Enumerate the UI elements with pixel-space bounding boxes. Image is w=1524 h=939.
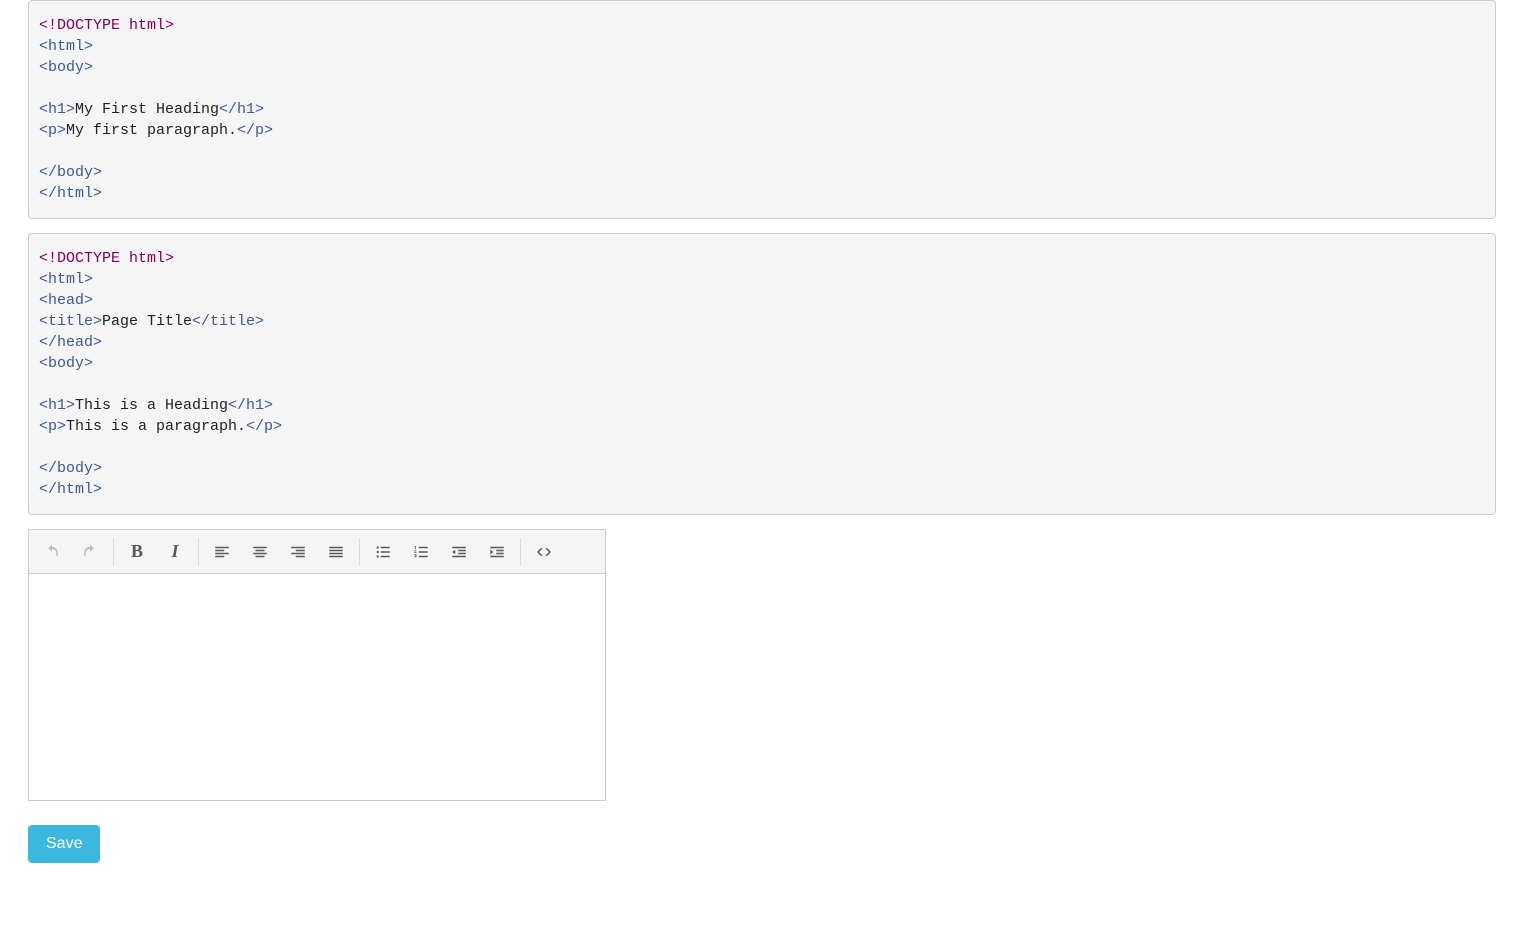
outdent-icon (450, 543, 468, 561)
indent-button[interactable] (478, 533, 516, 571)
align-center-button[interactable] (241, 533, 279, 571)
code-block-1: <!DOCTYPE html> <html> <body> <h1>My Fir… (28, 0, 1496, 219)
toolbar-separator (113, 538, 114, 566)
number-list-icon (412, 543, 430, 561)
undo-button[interactable] (33, 533, 71, 571)
justify-button[interactable] (317, 533, 355, 571)
bullet-list-icon (374, 543, 392, 561)
toolbar-separator (198, 538, 199, 566)
editor-toolbar: B I (29, 530, 605, 574)
align-left-icon (213, 543, 231, 561)
save-button[interactable]: Save (28, 825, 100, 863)
align-right-icon (289, 543, 307, 561)
code-block-2: <!DOCTYPE html> <html> <head> <title>Pag… (28, 233, 1496, 515)
toolbar-separator (520, 538, 521, 566)
bullet-list-button[interactable] (364, 533, 402, 571)
justify-icon (327, 543, 345, 561)
bold-icon: B (131, 541, 143, 562)
toolbar-separator (359, 538, 360, 566)
number-list-button[interactable] (402, 533, 440, 571)
editor-content-area[interactable] (29, 574, 605, 800)
source-code-button[interactable] (525, 533, 563, 571)
outdent-button[interactable] (440, 533, 478, 571)
italic-button[interactable]: I (156, 533, 194, 571)
align-left-button[interactable] (203, 533, 241, 571)
indent-icon (488, 543, 506, 561)
bold-button[interactable]: B (118, 533, 156, 571)
redo-icon (81, 543, 99, 561)
redo-button[interactable] (71, 533, 109, 571)
align-right-button[interactable] (279, 533, 317, 571)
code-icon (535, 543, 553, 561)
undo-icon (43, 543, 61, 561)
align-center-icon (251, 543, 269, 561)
rich-text-editor: B I (28, 529, 606, 801)
italic-icon: I (171, 541, 178, 562)
